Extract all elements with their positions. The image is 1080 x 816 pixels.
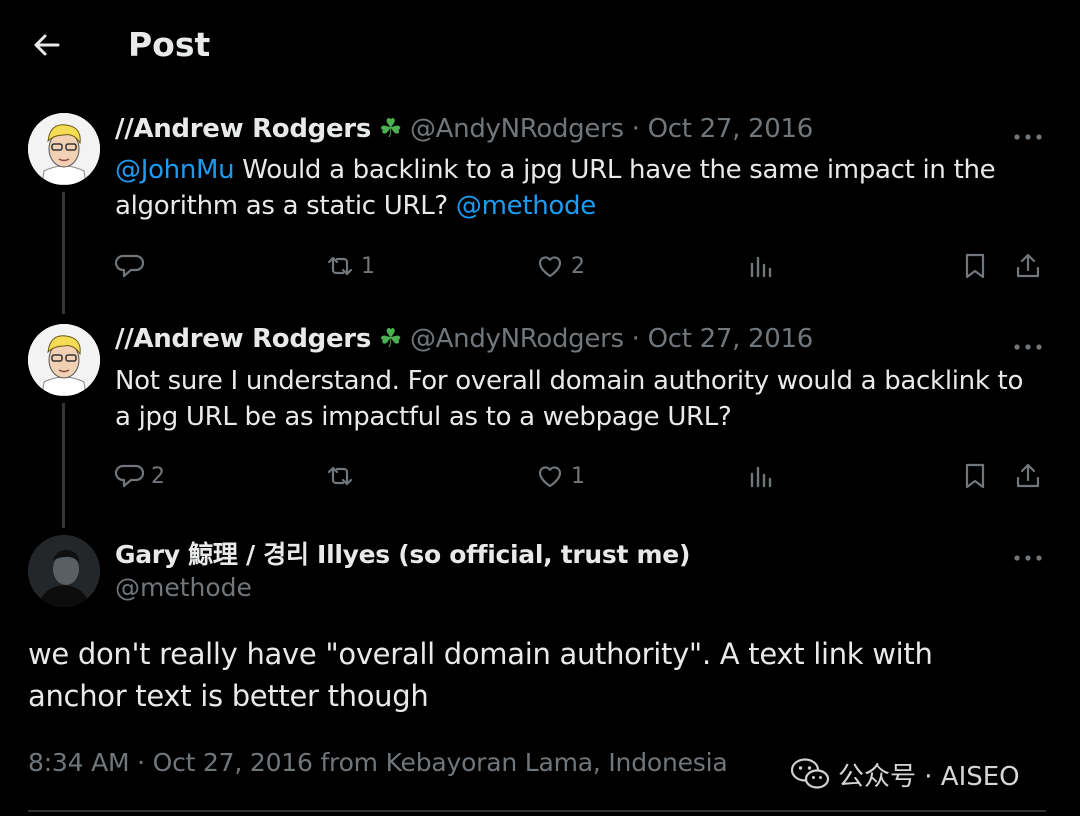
main-tweet: Gary 鯨理 / 경리 Illyes (so official, trust … (0, 0, 1080, 816)
more-options-icon[interactable] (1012, 548, 1044, 561)
tweet-text: we don't really have "overall domain aut… (28, 637, 933, 713)
divider (28, 810, 1046, 812)
wechat-icon (790, 758, 830, 789)
avatar[interactable] (28, 535, 100, 607)
watermark: 公众号 · AISEO (790, 756, 1020, 792)
watermark-text: 公众号 · AISEO (838, 761, 1020, 792)
tweet-timestamp[interactable]: 8:34 AM · Oct 27, 2016 from Kebayoran La… (28, 748, 728, 777)
author-handle[interactable]: @methode (115, 573, 252, 602)
author-name[interactable]: Gary 鯨理 / 경리 Illyes (so official, trust … (115, 535, 690, 571)
